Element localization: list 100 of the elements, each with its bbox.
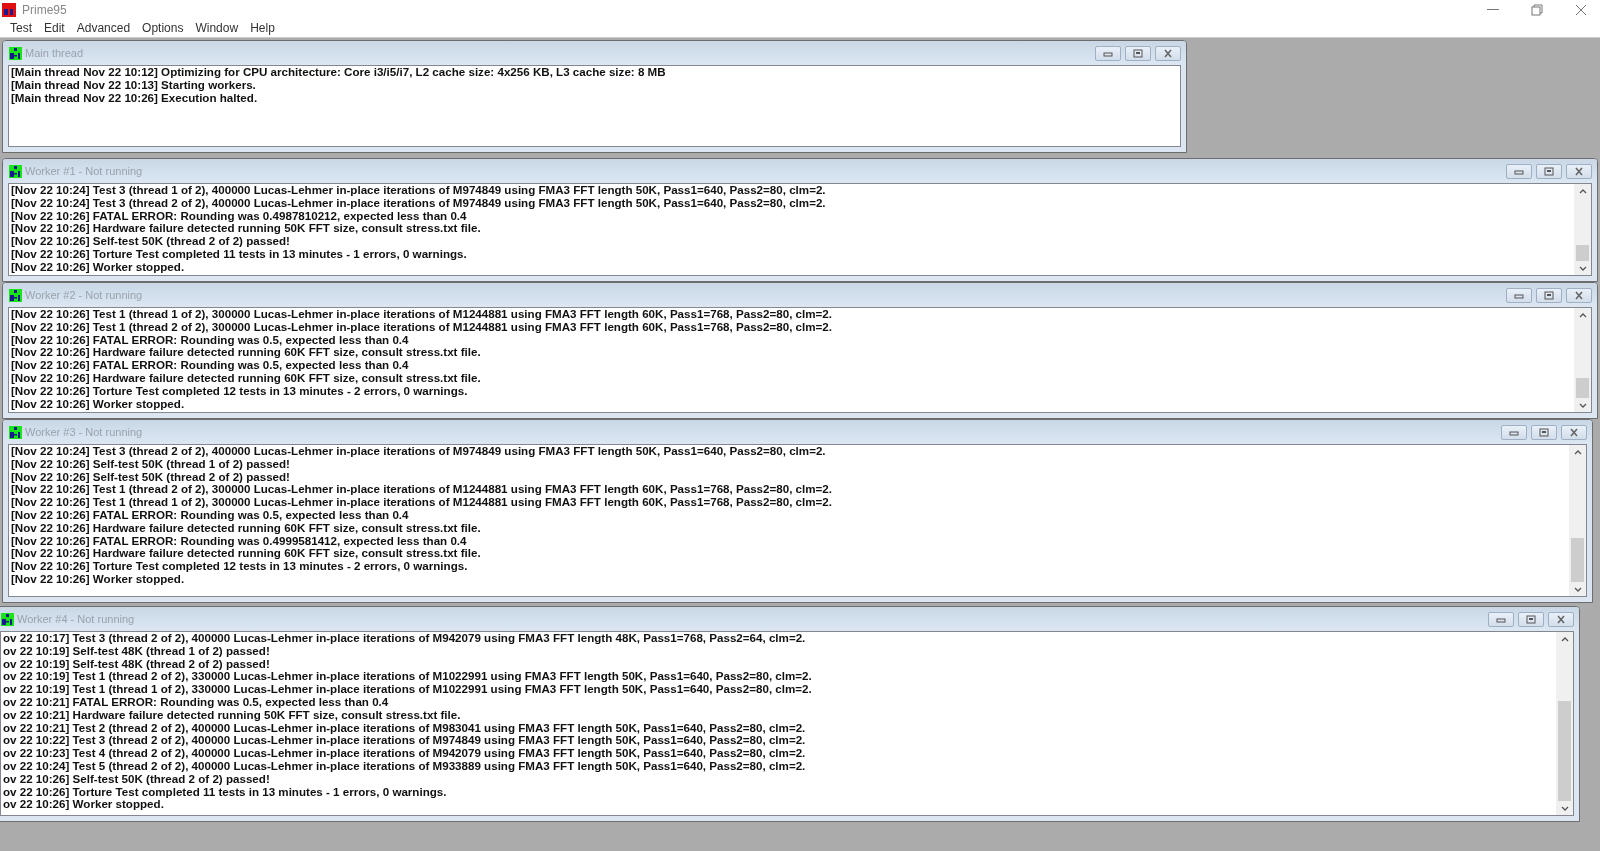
scroll-down-icon[interactable]: [1578, 265, 1587, 271]
log-line: [Nov 22 10:26] Worker stopped.: [11, 397, 185, 411]
log-line: [Nov 22 10:26] Test 1 (thread 2 of 2), 300000 Lucas-Lehmer in-place iterations of M1244881 using FMA3 FFT length 60K, Pass1=768, Pass2=80, clm=2.: [11, 483, 834, 497]
close-icon: [1575, 3, 1587, 16]
menu-item[interactable]: Edit: [38, 21, 71, 35]
scrollbar-thumb[interactable]: [1576, 245, 1589, 261]
minimize-button[interactable]: [1095, 45, 1121, 61]
maximize-button[interactable]: [1531, 424, 1557, 440]
minimize-button[interactable]: [1506, 287, 1532, 303]
log-line: [Nov 22 10:26] Hardware failure detected running 60K FFT size, consult stress.txt file.: [11, 547, 482, 561]
scroll-down-icon[interactable]: [1578, 402, 1587, 408]
scroll-down-icon[interactable]: [1573, 586, 1582, 592]
close-icon: [1555, 614, 1567, 624]
window-icon: [9, 288, 22, 302]
maximize-icon: [1525, 614, 1537, 624]
log-line: ov 22 10:19] Test 1 (thread 2 of 2), 330000 Lucas-Lehmer in-place iterations of M1022991 using FMA3 FFT length 50K, Pass1=640, Pass2=80, clm=2.: [3, 670, 813, 684]
log-line: [Nov 22 10:24] Test 3 (thread 1 of 2), 400000 Lucas-Lehmer in-place iterations of M974849 using FMA3 FFT length 50K, Pass1=640, Pass2=80, clm=2.: [11, 184, 827, 197]
log-line: ov 22 10:26] Worker stopped.: [3, 798, 164, 812]
log-line: [Nov 22 10:26] Torture Test completed 12 tests in 13 minutes - 2 errors, 0 warnings.: [11, 560, 469, 573]
menu-item[interactable]: Test: [4, 21, 38, 35]
log-line: [Main thread Nov 22 10:13] Starting workers.: [11, 78, 257, 92]
log-line: [Nov 22 10:26] FATAL ERROR: Rounding was 0.4987810212, expected less than 0.4: [11, 209, 468, 223]
window-icon: [9, 425, 22, 439]
window-icon: [1, 612, 14, 626]
window-icon: [9, 164, 22, 178]
log-line: [Main thread Nov 22 10:12] Optimizing for CPU architecture: Core i3/i5/i7, L2 cache size: 4x256 KB, L3 cache size: 8 MB: [11, 66, 667, 79]
maximize-button[interactable]: [1518, 611, 1544, 627]
scroll-up-icon[interactable]: [1573, 449, 1582, 455]
log-line: [Main thread Nov 22 10:26] Execution halted.: [11, 91, 259, 105]
close-icon: [1573, 290, 1585, 300]
window-title: Worker #2 - Not running: [25, 289, 143, 301]
log-line: [Nov 22 10:26] Hardware failure detected running 50K FFT size, consult stress.txt file.: [11, 222, 482, 236]
log-line: [Nov 22 10:24] Test 3 (thread 2 of 2), 400000 Lucas-Lehmer in-place iterations of M974849 using FMA3 FFT length 50K, Pass1=640, Pass2=80, clm=2.: [11, 196, 827, 210]
scroll-down-icon[interactable]: [1560, 805, 1569, 811]
close-button[interactable]: [1155, 45, 1181, 61]
close-button[interactable]: [1561, 424, 1587, 440]
log-line: ov 22 10:21] Hardware failure detected running 50K FFT size, consult stress.txt file.: [3, 708, 462, 722]
log-line: ov 22 10:19] Self-test 48K (thread 1 of 2) passed!: [3, 644, 271, 658]
scrollbar[interactable]: [1574, 308, 1591, 412]
maximize-icon: [1538, 427, 1550, 437]
menu-item[interactable]: Options: [136, 21, 190, 35]
maximize-button[interactable]: [1125, 45, 1151, 61]
close-icon: [1573, 166, 1585, 176]
maximize-icon: [1132, 48, 1144, 58]
log-line: ov 22 10:24] Test 5 (thread 2 of 2), 400000 Lucas-Lehmer in-place iterations of M933889 using FMA3 FFT length 50K, Pass1=640, Pass2=80, clm=2.: [3, 759, 807, 773]
log-line: [Nov 22 10:26] Worker stopped.: [11, 572, 185, 586]
menu-item[interactable]: Window: [189, 21, 245, 35]
window-title: Main thread: [25, 47, 84, 59]
window-title: Worker #1 - Not running: [25, 165, 143, 177]
log-line: [Nov 22 10:26] Torture Test completed 11 tests in 13 minutes - 1 errors, 0 warnings.: [11, 248, 468, 261]
log-line: ov 22 10:19] Test 1 (thread 1 of 2), 330000 Lucas-Lehmer in-place iterations of M1022991 using FMA3 FFT length 50K, Pass1=640, Pass2=80, clm=2.: [3, 683, 813, 696]
window-title: Worker #4 - Not running: [17, 613, 135, 625]
log-line: [Nov 22 10:26] Self-test 50K (thread 1 of 2) passed!: [11, 457, 291, 471]
menu-item[interactable]: Help: [244, 21, 281, 35]
close-button[interactable]: [1566, 163, 1592, 179]
log-line: [Nov 22 10:26] Hardware failure detected running 60K FFT size, consult stress.txt file.: [11, 521, 482, 535]
close-button[interactable]: [1548, 611, 1574, 627]
log-line: [Nov 22 10:26] Self-test 50K (thread 2 of 2) passed!: [11, 235, 291, 248]
app-title: Prime95: [22, 2, 67, 17]
log-line: [Nov 22 10:26] Worker stopped.: [11, 260, 185, 274]
minimize-button[interactable]: [1501, 424, 1527, 440]
log-line: [Nov 22 10:26] FATAL ERROR: Rounding was 0.5, expected less than 0.4: [11, 359, 410, 372]
close-icon: [1568, 427, 1580, 437]
log-line: ov 22 10:26] Self-test 50K (thread 2 of 2) passed!: [3, 772, 271, 786]
minimize-button[interactable]: [1488, 611, 1514, 627]
close-button[interactable]: [1566, 287, 1592, 303]
log-line: ov 22 10:19] Self-test 48K (thread 2 of 2) passed!: [3, 657, 271, 671]
scrollbar[interactable]: [1574, 184, 1591, 275]
log-line: ov 22 10:21] FATAL ERROR: Rounding was 0.5, expected less than 0.4: [3, 696, 390, 709]
log-line: ov 22 10:26] Torture Test completed 11 tests in 13 minutes - 1 errors, 0 warnings.: [3, 785, 448, 799]
log-line: [Nov 22 10:26] Test 1 (thread 2 of 2), 300000 Lucas-Lehmer in-place iterations of M1244881 using FMA3 FFT length 60K, Pass1=768, Pass2=80, clm=2.: [11, 320, 834, 334]
scroll-up-icon[interactable]: [1578, 188, 1587, 194]
log-line: [Nov 22 10:24] Test 3 (thread 2 of 2), 400000 Lucas-Lehmer in-place iterations of M974849 using FMA3 FFT length 50K, Pass1=640, Pass2=80, clm=2.: [11, 445, 827, 458]
log-line: [Nov 22 10:26] FATAL ERROR: Rounding was 0.4999581412, expected less than 0.4: [11, 534, 468, 548]
maximize-icon: [1543, 290, 1555, 300]
maximize-button[interactable]: [1536, 287, 1562, 303]
maximize-icon: [1543, 166, 1555, 176]
app-icon: [2, 2, 16, 17]
window-title: Worker #3 - Not running: [25, 426, 143, 438]
window-icon: [9, 46, 22, 60]
minimize-button[interactable]: [1506, 163, 1532, 179]
log-line: [Nov 22 10:26] Hardware failure detected running 60K FFT size, consult stress.txt file.: [11, 346, 482, 360]
log-line: [Nov 22 10:26] Test 1 (thread 1 of 2), 300000 Lucas-Lehmer in-place iterations of M1244881 using FMA3 FFT length 60K, Pass1=768, Pass2=80, clm=2.: [11, 308, 834, 321]
log-line: [Nov 22 10:26] Hardware failure detected running 60K FFT size, consult stress.txt file.: [11, 372, 482, 385]
log-line: [Nov 22 10:26] FATAL ERROR: Rounding was 0.5, expected less than 0.4: [11, 333, 410, 347]
restore-icon: [1531, 3, 1543, 16]
maximize-button[interactable]: [1536, 163, 1562, 179]
minimize-icon: [1487, 8, 1499, 11]
menu-item[interactable]: Advanced: [70, 21, 137, 35]
log-line: ov 22 10:23] Test 4 (thread 2 of 2), 400000 Lucas-Lehmer in-place iterations of M942079 using FMA3 FFT length 50K, Pass1=640, Pass2=80, clm=2.: [3, 747, 807, 760]
log-line: [Nov 22 10:26] Test 1 (thread 1 of 2), 300000 Lucas-Lehmer in-place iterations of M1244881 using FMA3 FFT length 60K, Pass1=768, Pass2=80, clm=2.: [11, 496, 834, 509]
scrollbar[interactable]: [1556, 632, 1573, 815]
log-line: ov 22 10:21] Test 2 (thread 2 of 2), 400000 Lucas-Lehmer in-place iterations of M983041 using FMA3 FFT length 50K, Pass1=640, Pass2=80, clm=2.: [3, 721, 807, 735]
scrollbar-thumb[interactable]: [1576, 378, 1589, 398]
scrollbar-thumb[interactable]: [1571, 538, 1584, 582]
scrollbar[interactable]: [1569, 445, 1586, 596]
scrollbar-thumb[interactable]: [1558, 701, 1571, 801]
log-line: [Nov 22 10:26] FATAL ERROR: Rounding was 0.5, expected less than 0.4: [11, 509, 410, 522]
scroll-up-icon[interactable]: [1560, 636, 1569, 642]
scroll-up-icon[interactable]: [1578, 312, 1587, 318]
